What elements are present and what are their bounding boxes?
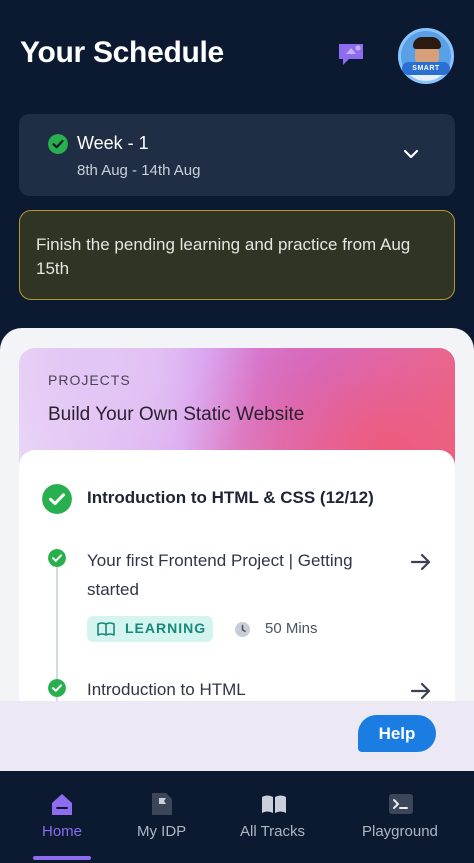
chevron-down-icon[interactable] (401, 146, 421, 162)
project-card[interactable]: PROJECTS Build Your Own Static Website I… (19, 348, 455, 701)
nav-label-home: Home (42, 823, 83, 840)
help-button[interactable]: Help (358, 715, 436, 752)
week-dates: 8th Aug - 14th Aug (77, 162, 201, 179)
header: Your Schedule SMART (0, 0, 474, 110)
lesson-type-badge: LEARNING (87, 616, 213, 642)
nav-label-all-tracks: All Tracks (240, 823, 306, 840)
check-circle-icon (48, 549, 66, 567)
clock-icon (235, 622, 250, 637)
week-title: Week - 1 (77, 133, 149, 153)
check-circle-icon (48, 679, 66, 697)
open-book-icon (97, 622, 115, 636)
pending-notice-text: Finish the pending learning and practice… (36, 235, 411, 278)
lesson-type-label: LEARNING (125, 620, 207, 636)
module-list: Introduction to HTML & CSS (12/12) Your … (19, 450, 455, 701)
home-icon (52, 794, 72, 815)
nav-item-all-tracks[interactable]: All Tracks (234, 771, 314, 863)
pending-notice: Finish the pending learning and practice… (19, 210, 455, 300)
terminal-icon (389, 794, 413, 814)
nav-item-playground[interactable]: Playground (358, 771, 448, 863)
lesson-title[interactable]: Your first Frontend Project | Getting st… (87, 546, 387, 604)
chat-bubble-icon[interactable] (336, 40, 366, 68)
flag-document-icon (152, 793, 172, 815)
bottom-navigation: Home My IDP All Tracks Playground (0, 771, 474, 863)
schedule-content: PROJECTS Build Your Own Static Website I… (0, 328, 474, 701)
week-selector[interactable]: Week - 1 8th Aug - 14th Aug (19, 114, 455, 196)
lesson-duration: 50 Mins (265, 620, 318, 637)
module-title[interactable]: Introduction to HTML & CSS (12/12) (87, 488, 374, 508)
project-title: Build Your Own Static Website (48, 404, 305, 425)
avatar[interactable] (398, 28, 454, 84)
check-circle-icon (48, 134, 68, 154)
nav-label-playground: Playground (362, 823, 438, 840)
project-category: PROJECTS (48, 372, 131, 388)
smart-badge: SMART (402, 62, 450, 75)
open-book-icon (262, 795, 286, 813)
arrow-right-icon[interactable] (409, 552, 433, 572)
nav-label-my-idp: My IDP (137, 823, 187, 840)
arrow-right-icon[interactable] (409, 681, 433, 701)
nav-item-home[interactable]: Home (22, 771, 102, 863)
avatar-hair (413, 37, 441, 49)
page-title: Your Schedule (20, 36, 224, 69)
nav-item-my-idp[interactable]: My IDP (122, 771, 202, 863)
active-tab-indicator (33, 856, 91, 860)
check-circle-icon (42, 484, 72, 514)
lesson-title[interactable]: Introduction to HTML (87, 675, 387, 701)
